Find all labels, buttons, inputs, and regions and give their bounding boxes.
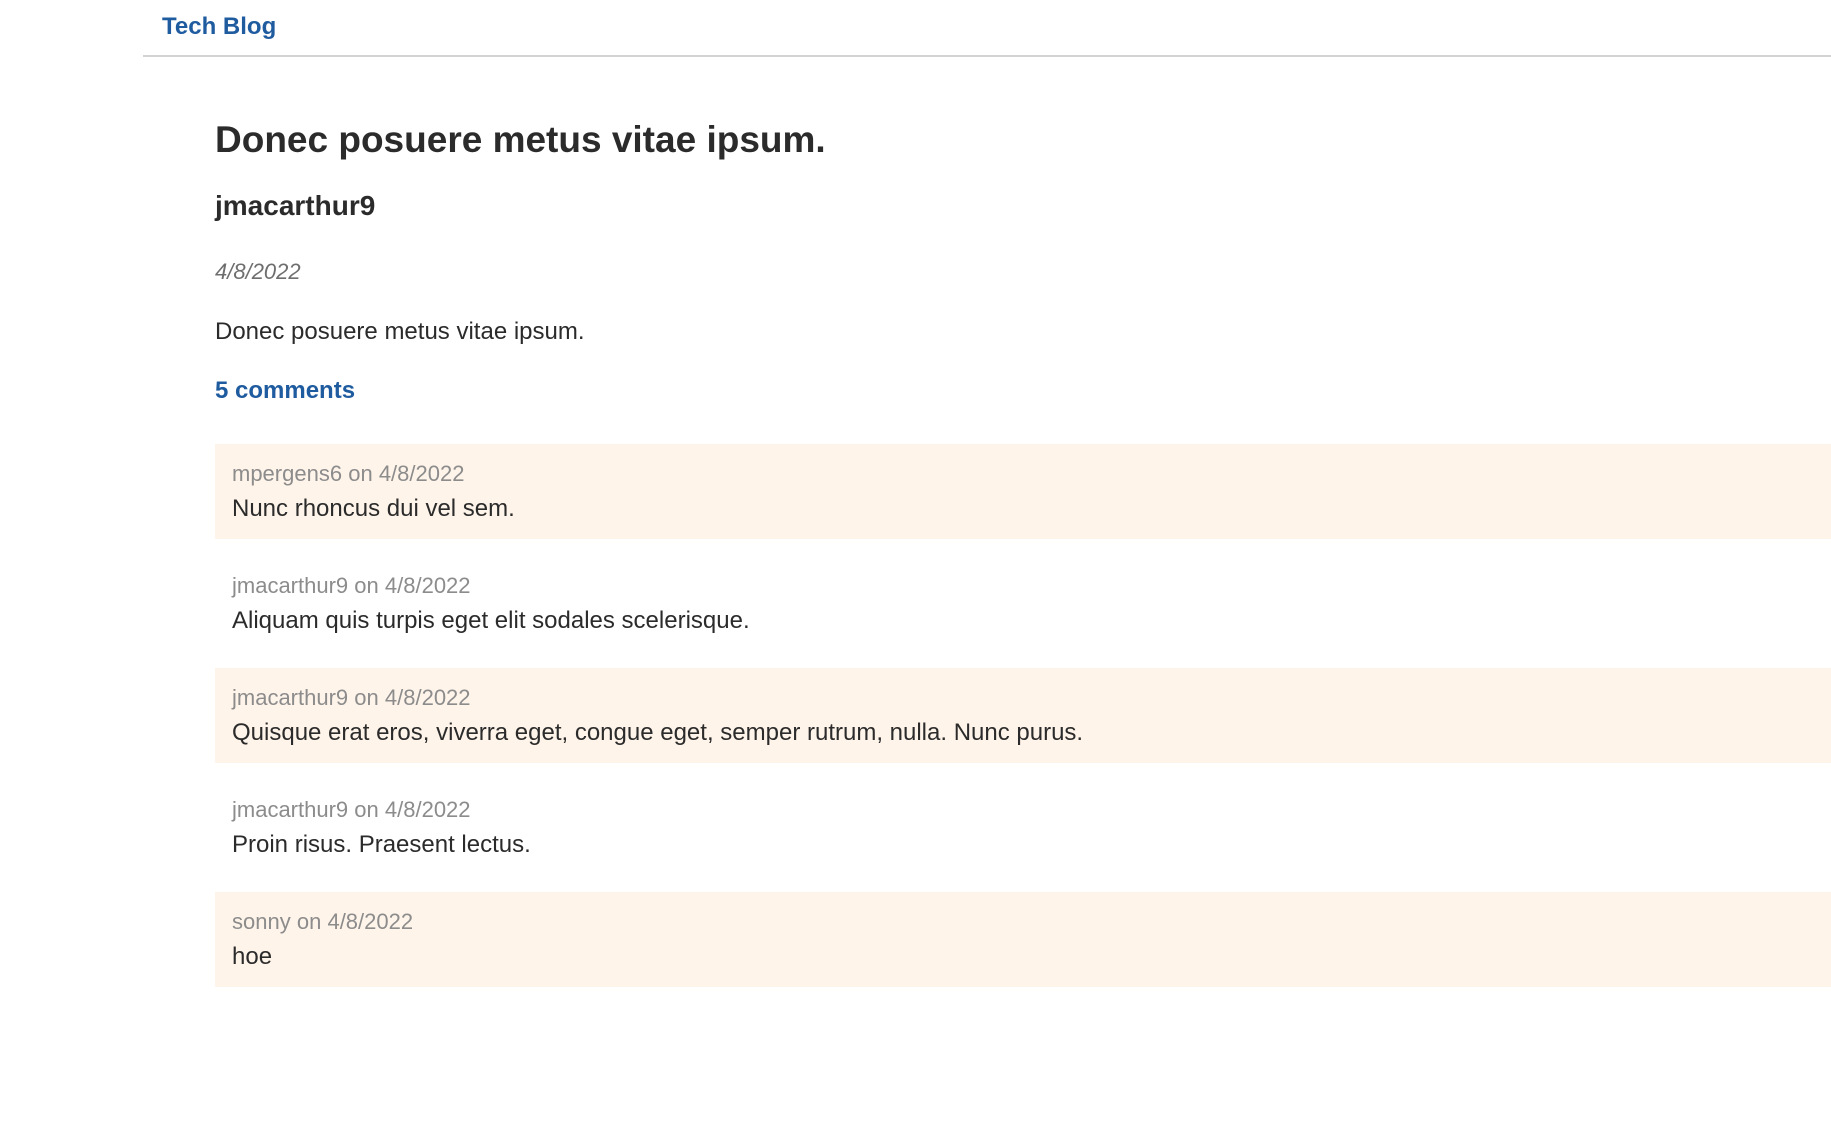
comment-item: sonny on 4/8/2022 hoe (215, 892, 1831, 987)
comment-meta: jmacarthur9 on 4/8/2022 (232, 573, 471, 599)
comment-item: mpergens6 on 4/8/2022 Nunc rhoncus dui v… (215, 444, 1831, 539)
post-author: jmacarthur9 (215, 190, 376, 221)
comment-item: jmacarthur9 on 4/8/2022 Aliquam quis tur… (215, 556, 1831, 651)
comment-text: Proin risus. Praesent lectus. (232, 831, 531, 858)
comment-author: sonny (232, 909, 291, 934)
comment-author: jmacarthur9 (232, 573, 349, 598)
comment-date: 4/8/2022 (384, 797, 471, 822)
post-date: 4/8/2022 (215, 259, 301, 284)
post-title: Donec posuere metus vitae ipsum. (215, 119, 826, 160)
navbar: Tech Blog (143, 0, 1831, 57)
brand-link[interactable]: Tech Blog (162, 13, 276, 41)
comment-on: on (354, 685, 379, 710)
comment-on: on (354, 797, 379, 822)
comment-meta: sonny on 4/8/2022 (232, 909, 413, 935)
comment-meta: mpergens6 on 4/8/2022 (232, 461, 464, 487)
comment-meta: jmacarthur9 on 4/8/2022 (232, 797, 471, 823)
comment-author: jmacarthur9 (232, 685, 349, 710)
comment-text: hoe (232, 943, 273, 970)
comment-date: 4/8/2022 (378, 461, 465, 486)
comment-list: mpergens6 on 4/8/2022 Nunc rhoncus dui v… (215, 444, 1831, 1004)
comment-on: on (296, 909, 322, 934)
comment-author: jmacarthur9 (232, 797, 349, 822)
comments-link[interactable]: 5 comments (215, 377, 355, 405)
comment-item: jmacarthur9 on 4/8/2022 Proin risus. Pra… (215, 780, 1831, 875)
comment-author: mpergens6 (232, 461, 343, 486)
comment-on: on (348, 461, 373, 486)
comment-text: Nunc rhoncus dui vel sem. (232, 495, 515, 522)
comment-date: 4/8/2022 (384, 573, 471, 598)
comment-date: 4/8/2022 (327, 909, 414, 934)
post-body: Donec posuere metus vitae ipsum. (215, 318, 585, 345)
comment-item: jmacarthur9 on 4/8/2022 Quisque erat ero… (215, 668, 1831, 763)
comment-on: on (354, 573, 379, 598)
comment-date: 4/8/2022 (384, 685, 471, 710)
comment-meta: jmacarthur9 on 4/8/2022 (232, 685, 471, 711)
comment-text: Quisque erat eros, viverra eget, congue … (232, 719, 1084, 746)
comment-text: Aliquam quis turpis eget elit sodales sc… (232, 607, 750, 634)
